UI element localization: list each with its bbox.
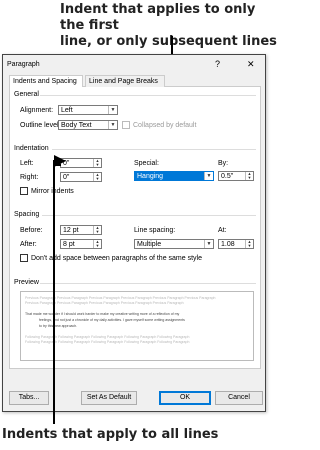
spinner-icon[interactable]: ▲ ▼ — [93, 240, 101, 248]
mirror-indents-checkbox[interactable] — [20, 187, 28, 195]
chevron-down-icon: ▼ — [204, 240, 213, 248]
chevron-down-icon: ▼ — [108, 106, 117, 114]
spinner-icon[interactable]: ▲ ▼ — [245, 240, 253, 248]
general-divider — [40, 95, 256, 96]
alignment-value: Left — [61, 107, 73, 114]
outline-level-value: Body Text — [61, 122, 92, 129]
cancel-button[interactable]: Cancel — [215, 391, 263, 405]
at-label: At: — [218, 227, 227, 234]
bottom-callout-arrow-branch — [53, 164, 61, 166]
dialog-title: Paragraph — [7, 61, 40, 68]
special-select[interactable]: Hanging ▼ — [134, 171, 214, 181]
spinner-icon[interactable]: ▲ ▼ — [93, 159, 101, 167]
indentation-heading: Indentation — [14, 145, 49, 152]
help-button[interactable]: ? — [215, 59, 220, 69]
right-indent-label: Right: — [20, 174, 39, 181]
collapsed-checkbox[interactable] — [122, 121, 130, 129]
general-heading: General — [14, 91, 39, 98]
preview-sample-line-2: feelings, and not just a chronicle of my… — [39, 318, 185, 322]
ok-button[interactable]: OK — [159, 391, 211, 405]
preview-following-paragraph-1: Following Paragraph Following Paragraph … — [25, 335, 190, 339]
chevron-down-icon: ▼ — [108, 121, 117, 129]
line-spacing-label: Line spacing: — [134, 227, 176, 234]
outline-level-label: Outline level: — [20, 122, 61, 129]
before-label: Before: — [20, 227, 43, 234]
close-button[interactable]: ✕ — [247, 59, 255, 70]
preview-heading: Preview — [14, 279, 39, 286]
dont-add-space-checkbox[interactable] — [20, 254, 28, 262]
line-spacing-select[interactable]: Multiple ▼ — [134, 239, 214, 249]
by-input[interactable]: 0.5" ▲ ▼ — [218, 171, 254, 181]
left-indent-label: Left: — [20, 160, 34, 167]
before-value: 12 pt — [63, 227, 79, 234]
before-input[interactable]: 12 pt ▲ ▼ — [60, 225, 102, 235]
spacing-heading: Spacing — [14, 211, 40, 218]
right-indent-input[interactable]: 0" ▲ ▼ — [60, 172, 102, 182]
paragraph-dialog: Paragraph ? ✕ Indents and Spacing Line a… — [2, 54, 266, 412]
tab-line-and-page-breaks[interactable]: Line and Page Breaks — [85, 75, 165, 87]
tab-panel: General Alignment: Left ▼ Outline level:… — [9, 87, 261, 369]
at-value: 1.08 — [221, 241, 235, 248]
bottom-callout-arrow-shaft — [53, 160, 55, 424]
preview-previous-paragraph-2: Previous Paragraph Previous Paragraph Pr… — [25, 301, 184, 305]
top-callout-line-2: line, or only subsequent lines — [60, 34, 277, 49]
left-indent-input[interactable]: 0" ▲ ▼ — [60, 158, 102, 168]
collapsed-label: Collapsed by default — [133, 122, 197, 129]
spacing-divider — [42, 215, 256, 216]
bottom-callout: Indents that apply to all lines — [2, 427, 219, 442]
spinner-icon[interactable]: ▲ ▼ — [245, 172, 253, 180]
outline-level-select[interactable]: Body Text ▼ — [58, 120, 118, 130]
spinner-icon[interactable]: ▲ ▼ — [93, 226, 101, 234]
preview-sample-line-3: to try this new approach. — [39, 324, 78, 328]
special-label: Special: — [134, 160, 159, 167]
tabs-button[interactable]: Tabs... — [9, 391, 49, 405]
indentation-divider — [52, 149, 256, 150]
special-value: Hanging — [137, 173, 164, 180]
preview-divider — [40, 283, 256, 284]
preview-box: Previous Paragraph Previous Paragraph Pr… — [20, 291, 254, 361]
preview-following-paragraph-2: Following Paragraph Following Paragraph … — [25, 340, 190, 344]
set-as-default-button[interactable]: Set As Default — [81, 391, 137, 405]
alignment-label: Alignment: — [20, 107, 54, 114]
top-callout: Indent that applies to only the first li… — [60, 2, 280, 50]
alignment-select[interactable]: Left ▼ — [58, 105, 118, 115]
after-label: After: — [20, 241, 37, 248]
right-indent-value: 0" — [63, 174, 70, 181]
at-input[interactable]: 1.08 ▲ ▼ — [218, 239, 254, 249]
by-value: 0.5" — [221, 173, 234, 180]
after-input[interactable]: 8 pt ▲ ▼ — [60, 239, 102, 249]
after-value: 8 pt — [63, 241, 75, 248]
line-spacing-value: Multiple — [137, 241, 162, 248]
dont-add-space-label: Don't add space between paragraphs of th… — [31, 255, 202, 262]
by-label: By: — [218, 160, 229, 167]
spinner-icon[interactable]: ▲ ▼ — [93, 173, 101, 181]
top-callout-line-1: Indent that applies to only the first — [60, 2, 256, 33]
preview-sample-line-1: That made me wonder if I should work har… — [25, 312, 180, 316]
chevron-down-icon: ▼ — [204, 172, 213, 180]
